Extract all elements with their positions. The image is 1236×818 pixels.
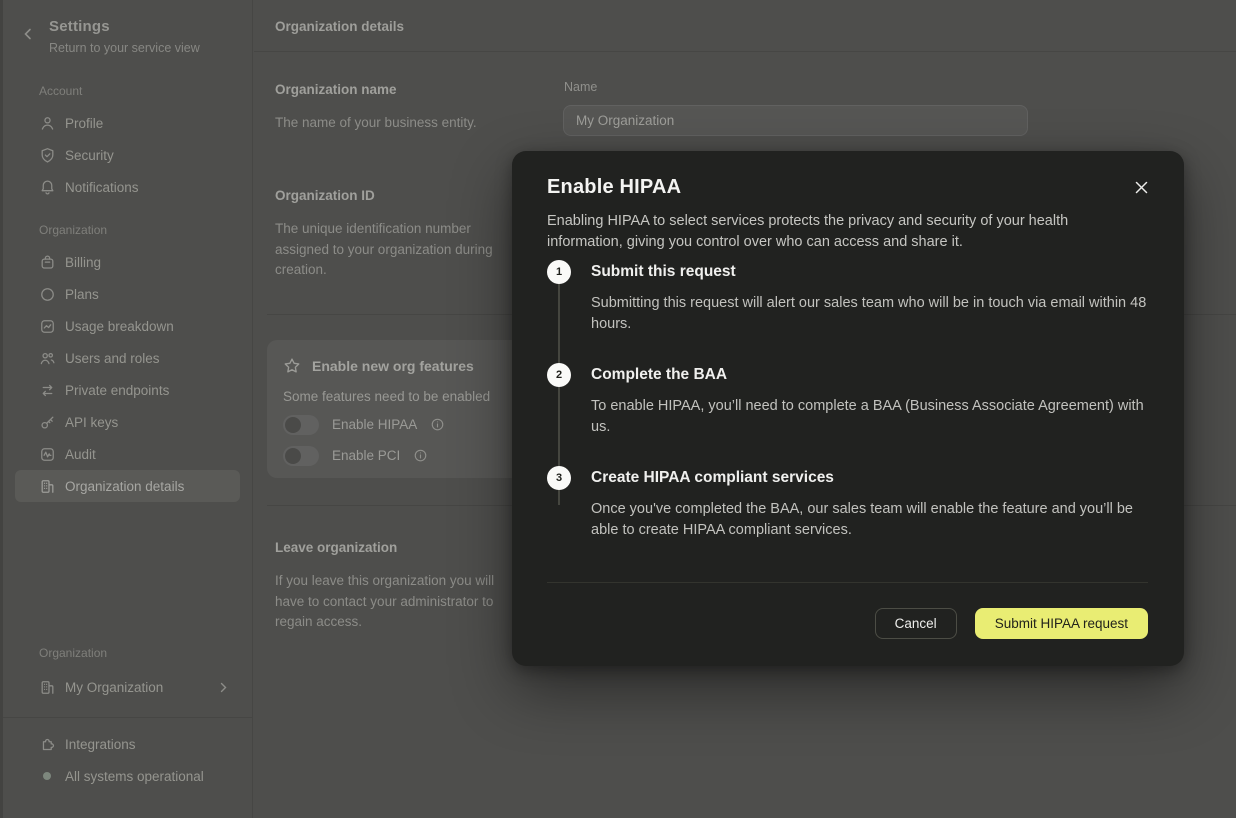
card-title: Enable new org features (312, 358, 474, 374)
sidebar-item-notifications[interactable]: Notifications (15, 171, 240, 203)
org-id-description: The unique identification number assigne… (275, 219, 523, 281)
chart-icon (39, 318, 56, 335)
modal-footer-divider (547, 582, 1148, 583)
leave-org-description: If you leave this organization you will … (275, 571, 521, 633)
modal-footer: Cancel Submit HIPAA request (547, 608, 1148, 639)
step-number-badge: 3 (547, 466, 571, 490)
page-title: Organization details (275, 19, 404, 34)
org-name-input[interactable] (563, 105, 1028, 136)
users-icon (39, 350, 56, 367)
chevron-right-icon (219, 682, 228, 693)
sidebar-item-label: Notifications (65, 180, 139, 195)
section-label-organization-switcher: Organization (3, 646, 252, 660)
info-icon[interactable] (413, 448, 428, 463)
toggle-label: Enable HIPAA (332, 417, 417, 432)
name-field-label: Name (564, 80, 597, 94)
leave-org-section: Leave organization If you leave this org… (275, 540, 535, 633)
sidebar-bottom: Organization My Organization Integration… (3, 646, 252, 792)
step-title: Submit this request (591, 260, 1148, 284)
building-icon (39, 478, 56, 495)
sidebar-item-security[interactable]: Security (15, 139, 240, 171)
step-title: Create HIPAA compliant services (591, 466, 1148, 490)
sidebar-item-api-keys[interactable]: API keys (15, 406, 240, 438)
sidebar-item-label: Private endpoints (65, 383, 169, 398)
cancel-button[interactable]: Cancel (875, 608, 957, 639)
bell-icon (39, 179, 56, 196)
sidebar-item-label: Usage breakdown (65, 319, 174, 334)
step-description: Submitting this request will alert our s… (591, 293, 1148, 335)
settings-sidebar: Settings Return to your service view Acc… (0, 0, 253, 818)
sidebar-item-label: Billing (65, 255, 101, 270)
org-switcher-label: My Organization (65, 680, 163, 695)
submit-hipaa-request-button[interactable]: Submit HIPAA request (975, 608, 1148, 639)
account-nav-group: Profile Security Notifications (3, 107, 252, 203)
sidebar-divider (3, 717, 252, 718)
sidebar-item-label: Audit (65, 447, 96, 462)
arrows-swap-icon (39, 382, 56, 399)
bag-icon (39, 254, 56, 271)
step-1: 1 Submit this request Submitting this re… (547, 260, 1148, 363)
sidebar-subtitle: Return to your service view (49, 41, 236, 55)
enable-hipaa-modal: Enable HIPAA Enabling HIPAA to select se… (512, 151, 1184, 666)
star-icon (283, 357, 301, 375)
close-icon[interactable] (1135, 181, 1148, 194)
sidebar-item-label: Plans (65, 287, 99, 302)
org-name-description: The name of your business entity. (275, 113, 525, 134)
org-id-section: Organization ID The unique identificatio… (275, 188, 535, 281)
sidebar-item-integrations[interactable]: Integrations (15, 728, 240, 760)
sidebar-item-plans[interactable]: Plans (15, 278, 240, 310)
sidebar-item-label: Organization details (65, 479, 184, 494)
sidebar-item-label: API keys (65, 415, 118, 430)
org-name-section: Organization name The name of your busin… (275, 82, 535, 134)
activity-icon (39, 446, 56, 463)
sidebar-item-label: Integrations (65, 737, 136, 752)
section-label-organization: Organization (3, 223, 252, 237)
sidebar-item-private-endpoints[interactable]: Private endpoints (15, 374, 240, 406)
sidebar-item-audit[interactable]: Audit (15, 438, 240, 470)
org-id-label: Organization ID (275, 188, 535, 203)
step-description: Once you've completed the BAA, our sales… (591, 499, 1148, 541)
enable-hipaa-toggle[interactable] (283, 415, 319, 435)
step-3: 3 Create HIPAA compliant services Once y… (547, 466, 1148, 569)
status-label: All systems operational (65, 769, 204, 784)
back-chevron-icon[interactable] (23, 28, 33, 40)
toggle-label: Enable PCI (332, 448, 400, 463)
section-label-account: Account (3, 84, 252, 98)
content-header: Organization details (254, 0, 1236, 52)
sidebar-item-usage-breakdown[interactable]: Usage breakdown (15, 310, 240, 342)
org-switcher[interactable]: My Organization (15, 671, 240, 703)
step-description: To enable HIPAA, you’ll need to complete… (591, 396, 1148, 438)
sidebar-item-profile[interactable]: Profile (15, 107, 240, 139)
step-number-badge: 2 (547, 363, 571, 387)
leave-org-label: Leave organization (275, 540, 535, 555)
steps-list: 1 Submit this request Submitting this re… (547, 260, 1148, 569)
step-title: Complete the BAA (591, 363, 1148, 387)
organization-nav-group: Billing Plans Usage breakdown Users and … (3, 246, 252, 502)
sidebar-item-label: Profile (65, 116, 103, 131)
sidebar-header: Settings Return to your service view (3, 0, 252, 55)
person-icon (39, 115, 56, 132)
toggle-knob (285, 417, 301, 433)
org-name-label: Organization name (275, 82, 535, 97)
sidebar-item-billing[interactable]: Billing (15, 246, 240, 278)
shield-icon (39, 147, 56, 164)
sidebar-title: Settings (49, 18, 236, 35)
sidebar-item-organization-details[interactable]: Organization details (15, 470, 240, 502)
sidebar-item-label: Security (65, 148, 114, 163)
system-status[interactable]: All systems operational (15, 760, 240, 792)
sidebar-item-label: Users and roles (65, 351, 160, 366)
key-icon (39, 414, 56, 431)
enable-pci-toggle[interactable] (283, 446, 319, 466)
building-icon (39, 679, 56, 696)
puzzle-icon (39, 736, 56, 753)
modal-intro: Enabling HIPAA to select services protec… (547, 211, 1147, 253)
sidebar-item-users-and-roles[interactable]: Users and roles (15, 342, 240, 374)
step-number-badge: 1 (547, 260, 571, 284)
step-2: 2 Complete the BAA To enable HIPAA, you’… (547, 363, 1148, 466)
status-dot-icon (43, 772, 51, 780)
modal-title: Enable HIPAA (547, 175, 1148, 199)
circle-icon (39, 286, 56, 303)
toggle-knob (285, 448, 301, 464)
info-icon[interactable] (430, 417, 445, 432)
